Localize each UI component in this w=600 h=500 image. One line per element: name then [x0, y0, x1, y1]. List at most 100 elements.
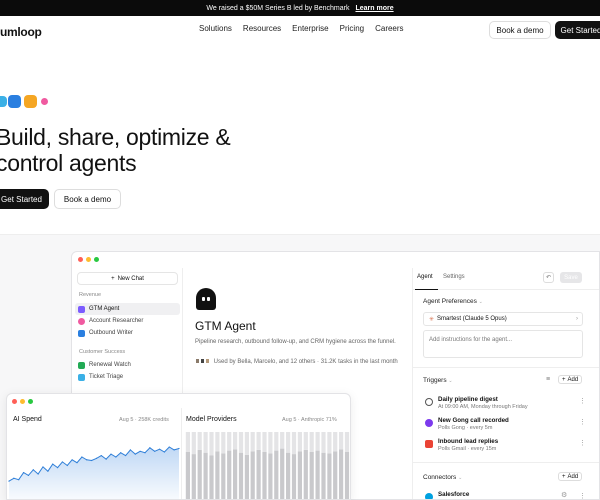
analytics-window: AI Spend Aug 5 · 258K credits Model Prov…: [6, 393, 351, 500]
nav-pricing[interactable]: Pricing: [340, 24, 364, 33]
provider-bar: [185, 432, 190, 452]
ai-spend-point: [61, 461, 64, 463]
sidebar-item-account-researcher[interactable]: Account Researcher: [75, 315, 180, 327]
ghost-icon: [78, 305, 85, 313]
provider-bar: [197, 432, 202, 450]
ai-spend-title: AI Spend: [13, 416, 42, 423]
group-label-customer-success: Customer Success: [79, 349, 126, 355]
minimize-dot[interactable]: [86, 257, 91, 262]
triggers-title[interactable]: Triggers ⌄: [423, 377, 453, 384]
ai-spend-point: [178, 447, 180, 450]
nav-enterprise[interactable]: Enterprise: [292, 24, 328, 33]
minimize-dot[interactable]: [20, 399, 25, 404]
clock-icon: [425, 398, 433, 406]
pen-icon: [78, 329, 85, 337]
save-button[interactable]: Save: [560, 272, 582, 283]
search-icon: [78, 317, 85, 325]
provider-bar: [215, 451, 220, 499]
sidebar-item-renewal-watch[interactable]: Renewal Watch: [75, 359, 180, 371]
add-trigger-button[interactable]: + Add: [558, 375, 583, 384]
settings-icon[interactable]: ⚙: [561, 491, 567, 499]
sidebar-item-label: Account Researcher: [89, 318, 144, 324]
filter-icon[interactable]: ≡: [546, 376, 550, 383]
close-dot[interactable]: [78, 257, 83, 262]
nav-resources[interactable]: Resources: [243, 24, 281, 33]
sidebar-item-gtm-agent[interactable]: GTM Agent: [75, 303, 180, 315]
ticket-icon: [78, 373, 85, 381]
tab-agent[interactable]: Agent: [417, 274, 433, 280]
more-options-icon[interactable]: ⋮: [579, 439, 586, 447]
connector-name: Salesforce: [438, 491, 470, 498]
add-connector-button[interactable]: + Add: [558, 472, 583, 481]
panel-divider: [413, 462, 599, 463]
active-tab-indicator: [415, 289, 438, 290]
agent-usage: Used by Bella, Marcelo, and 12 others · …: [195, 358, 405, 366]
close-dot[interactable]: [12, 399, 17, 404]
provider-bar: [244, 432, 249, 455]
provider-bar: [309, 432, 314, 452]
nav-get-started-button[interactable]: Get Started: [555, 21, 600, 39]
instructions-input[interactable]: Add instructions for the agent...: [423, 330, 583, 358]
connectors-label: Connectors: [423, 474, 457, 481]
ai-spend-point: [90, 459, 93, 462]
ai-spend-point: [27, 474, 30, 477]
hero-dot-4: [41, 98, 48, 105]
ai-spend-point: [144, 452, 146, 454]
agent-description: Pipeline research, outbound follow-up, a…: [195, 339, 396, 345]
sidebar-item-label: Ticket Triage: [89, 374, 124, 380]
more-options-icon[interactable]: ⋮: [579, 397, 586, 405]
provider-bar: [286, 452, 291, 499]
ai-spend-point: [37, 473, 39, 475]
hero-title-line1: Build, share, optimize &: [0, 124, 231, 150]
ai-spend-point: [134, 453, 136, 455]
model-select[interactable]: ✳ Smartest (Claude 5 Opus) ›: [423, 312, 583, 326]
connector-row[interactable]: Salesforce ⚙ ⋮: [423, 490, 586, 499]
new-chat-button[interactable]: + New Chat: [77, 272, 178, 285]
trigger-name: Daily pipeline digest: [438, 396, 498, 403]
hero-square-2: [8, 95, 21, 108]
ai-spend-point: [120, 452, 122, 454]
provider-bar: [262, 452, 267, 499]
ai-spend-point: [42, 466, 44, 468]
chevron-right-icon: ›: [576, 316, 578, 322]
provider-bar: [280, 448, 285, 499]
hero-book-demo-button[interactable]: Book a demo: [54, 189, 121, 209]
connectors-title[interactable]: Connectors ⌄: [423, 474, 462, 481]
provider-bar: [309, 452, 314, 499]
more-options-icon[interactable]: ⋮: [579, 492, 586, 499]
undo-icon[interactable]: ↶: [543, 272, 554, 283]
trigger-row[interactable]: New Gong call recorded Polls Gong · ever…: [423, 416, 586, 436]
maximize-dot[interactable]: [94, 257, 99, 262]
ai-spend-chart[interactable]: [7, 426, 181, 500]
more-options-icon[interactable]: ⋮: [579, 418, 586, 426]
plus-icon: +: [111, 275, 115, 282]
agent-preferences-title[interactable]: Agent Preferences ⌄: [423, 298, 483, 305]
ai-spend-area: [9, 447, 179, 499]
maximize-dot[interactable]: [28, 399, 33, 404]
learn-more-link[interactable]: Learn more: [355, 5, 393, 12]
agent-preferences-label: Agent Preferences: [423, 298, 477, 305]
provider-bar: [227, 432, 232, 451]
ai-spend-point: [129, 449, 132, 451]
provider-bar: [286, 432, 291, 453]
provider-bar: [209, 455, 214, 499]
model-providers-chart[interactable]: [185, 426, 350, 500]
sidebar-item-outbound-writer[interactable]: Outbound Writer: [75, 327, 180, 339]
provider-bar: [280, 432, 285, 449]
provider-bar: [315, 432, 320, 451]
agent-usage-text: Used by Bella, Marcelo, and 12 others · …: [213, 359, 398, 365]
ai-spend-point: [173, 449, 175, 451]
nav-solutions[interactable]: Solutions: [199, 24, 232, 33]
hero-get-started-button[interactable]: Get Started: [0, 189, 49, 209]
nav-book-demo-button[interactable]: Book a demo: [489, 21, 551, 39]
tab-settings[interactable]: Settings: [443, 274, 465, 280]
provider-bar: [268, 453, 273, 499]
logo[interactable]: umloop: [0, 25, 42, 39]
trigger-row[interactable]: Inbound lead replies Polls Gmail · every…: [423, 437, 586, 457]
ai-spend-point: [163, 451, 166, 453]
nav-careers[interactable]: Careers: [375, 24, 403, 33]
trigger-row[interactable]: Daily pipeline digest At 09:00 AM, Monda…: [423, 395, 586, 415]
sidebar-item-ticket-triage[interactable]: Ticket Triage: [75, 371, 180, 383]
provider-bar: [262, 432, 267, 452]
provider-bar: [339, 449, 344, 499]
